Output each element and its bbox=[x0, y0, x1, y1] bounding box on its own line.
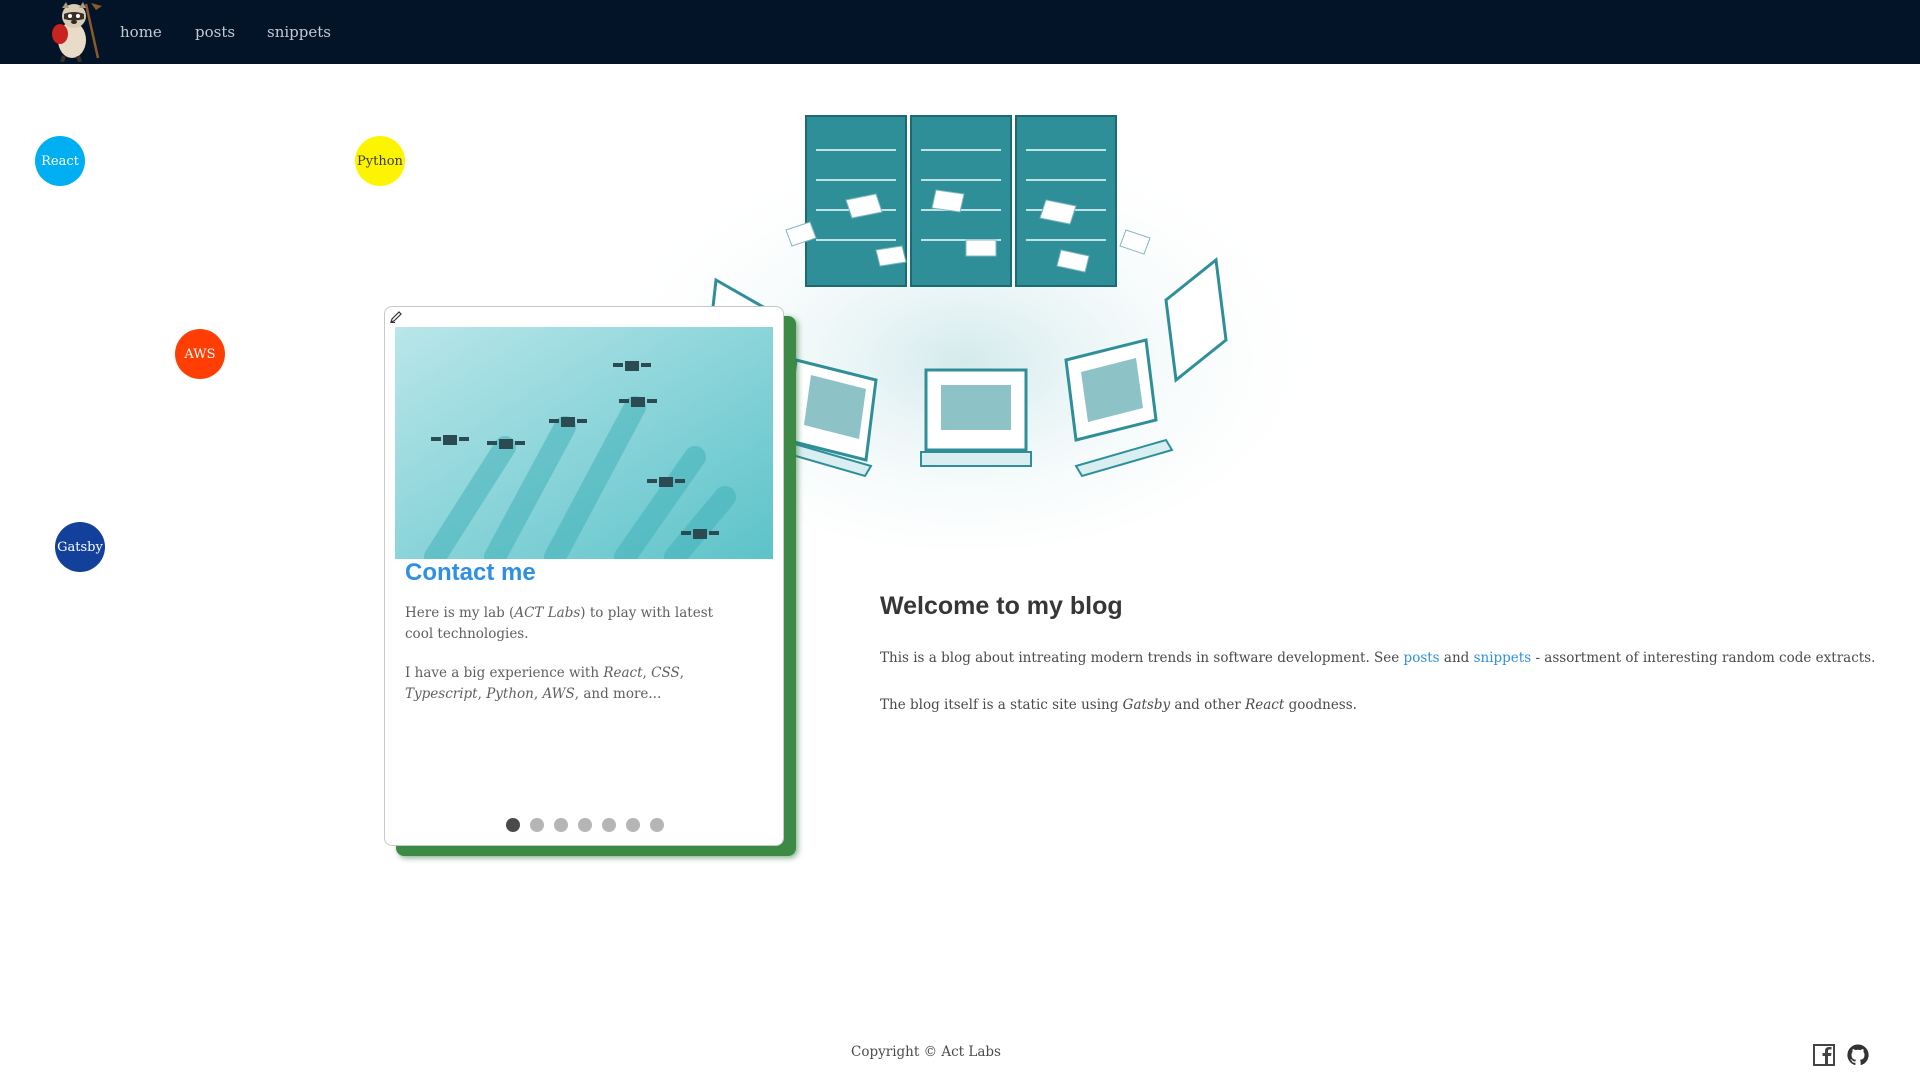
card-experience-text: I have a big experience with React, CSS,… bbox=[405, 665, 685, 702]
pencil-icon[interactable] bbox=[389, 309, 403, 323]
github-icon[interactable] bbox=[1846, 1043, 1870, 1067]
python-bubble[interactable]: Python bbox=[355, 136, 405, 186]
carousel-pagination bbox=[385, 818, 785, 834]
card-intro-text: Here is my lab (ACT Labs) to play with l… bbox=[405, 605, 714, 642]
logo-raccoon-icon[interactable] bbox=[46, 0, 104, 63]
carousel-dot[interactable] bbox=[554, 818, 568, 832]
welcome-title: Welcome to my blog bbox=[880, 592, 1123, 620]
nav-link-snippets[interactable]: snippets bbox=[267, 23, 331, 41]
carousel-dot[interactable] bbox=[650, 818, 664, 832]
react-bubble[interactable]: React bbox=[35, 136, 85, 186]
card-title: Contact me bbox=[405, 559, 536, 586]
gatsby-bubble[interactable]: Gatsby bbox=[55, 522, 105, 572]
posts-link[interactable]: posts bbox=[1404, 650, 1440, 666]
welcome-intro-text: This is a blog about intreating modern t… bbox=[880, 650, 1876, 666]
carousel-dot[interactable] bbox=[506, 818, 520, 832]
contact-card: Contact me Here is my lab (ACT Labs) to … bbox=[384, 306, 784, 846]
nav-link-home[interactable]: home bbox=[120, 23, 162, 41]
carousel-dot[interactable] bbox=[530, 818, 544, 832]
footer-copyright: Copyright © Act Labs bbox=[851, 1044, 1001, 1060]
facebook-icon[interactable] bbox=[1812, 1043, 1836, 1067]
carousel-dot[interactable] bbox=[578, 818, 592, 832]
welcome-stack-text: The blog itself is a static site using G… bbox=[880, 697, 1357, 713]
nav-link-posts[interactable]: posts bbox=[195, 23, 235, 41]
satellites-image bbox=[395, 327, 773, 559]
snippets-link[interactable]: snippets bbox=[1474, 650, 1532, 666]
aws-bubble[interactable]: AWS bbox=[175, 329, 225, 379]
carousel-dot[interactable] bbox=[626, 818, 640, 832]
carousel-dot[interactable] bbox=[602, 818, 616, 832]
top-navbar: home posts snippets bbox=[0, 0, 1920, 64]
